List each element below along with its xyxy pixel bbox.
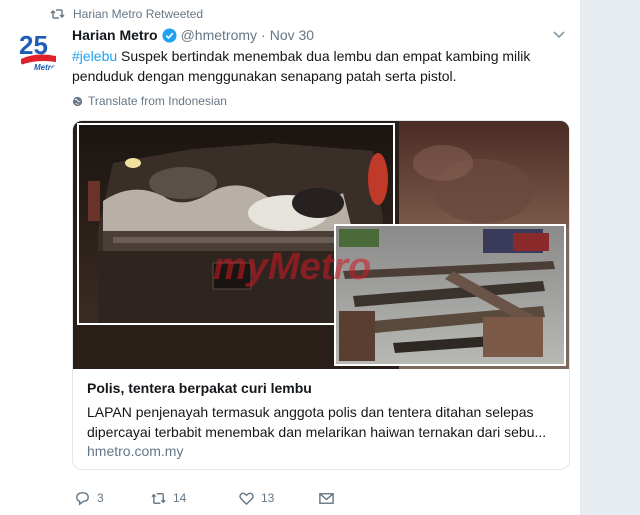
author-name[interactable]: Harian Metro <box>72 27 158 43</box>
header-separator: · <box>261 27 266 43</box>
translate-label: Translate from Indonesian <box>88 94 227 108</box>
tweet-actions: 3 14 13 <box>74 488 335 508</box>
envelope-icon <box>319 492 334 504</box>
chevron-down-icon[interactable] <box>552 30 566 40</box>
retweet-icon <box>50 9 65 19</box>
like-count: 13 <box>261 491 275 505</box>
retweet-count: 14 <box>173 491 187 505</box>
direct-message-action[interactable] <box>318 490 335 507</box>
tweet[interactable]: Harian Metro Retweeted 25 Metro Harian M… <box>0 0 581 515</box>
tweet-date[interactable]: Nov 30 <box>270 27 314 43</box>
card-image: myMetro <box>73 121 569 369</box>
reply-action[interactable]: 3 <box>74 490 150 507</box>
globe-icon <box>72 96 83 106</box>
avatar[interactable]: 25 Metro <box>16 26 62 72</box>
hashtag-link[interactable]: #jelebu <box>72 48 117 64</box>
like-action[interactable]: 13 <box>238 490 318 507</box>
heart-icon <box>239 492 254 505</box>
watermark: myMetro <box>213 246 371 288</box>
tweet-header: Harian Metro @hmetromy · Nov 30 <box>72 27 314 43</box>
retweet-action[interactable]: 14 <box>150 490 238 507</box>
reply-icon <box>76 491 89 506</box>
reply-count: 3 <box>97 491 104 505</box>
retweet-label: Harian Metro Retweeted <box>73 7 204 21</box>
retweet-icon <box>151 492 166 504</box>
logo-brand: Metro <box>34 63 56 72</box>
translate-link[interactable]: Translate from Indonesian <box>72 94 227 108</box>
harian-metro-logo: 25 Metro <box>16 26 62 72</box>
card-url: hmetro.com.my <box>87 443 184 459</box>
retweet-context[interactable]: Harian Metro Retweeted <box>50 6 203 22</box>
tweet-body: Suspek bertindak menembak dua lembu dan … <box>72 48 531 84</box>
verified-badge-icon <box>162 27 177 43</box>
card-title: Polis, tentera berpakat curi lembu <box>87 380 312 396</box>
tweet-text: #jelebu Suspek bertindak menembak dua le… <box>72 46 542 86</box>
link-card[interactable]: myMetro Polis, tentera berpakat curi lem… <box>72 120 570 470</box>
author-handle[interactable]: @hmetromy <box>181 27 257 43</box>
card-description: LAPAN penjenayah termasuk anggota polis … <box>87 404 547 440</box>
